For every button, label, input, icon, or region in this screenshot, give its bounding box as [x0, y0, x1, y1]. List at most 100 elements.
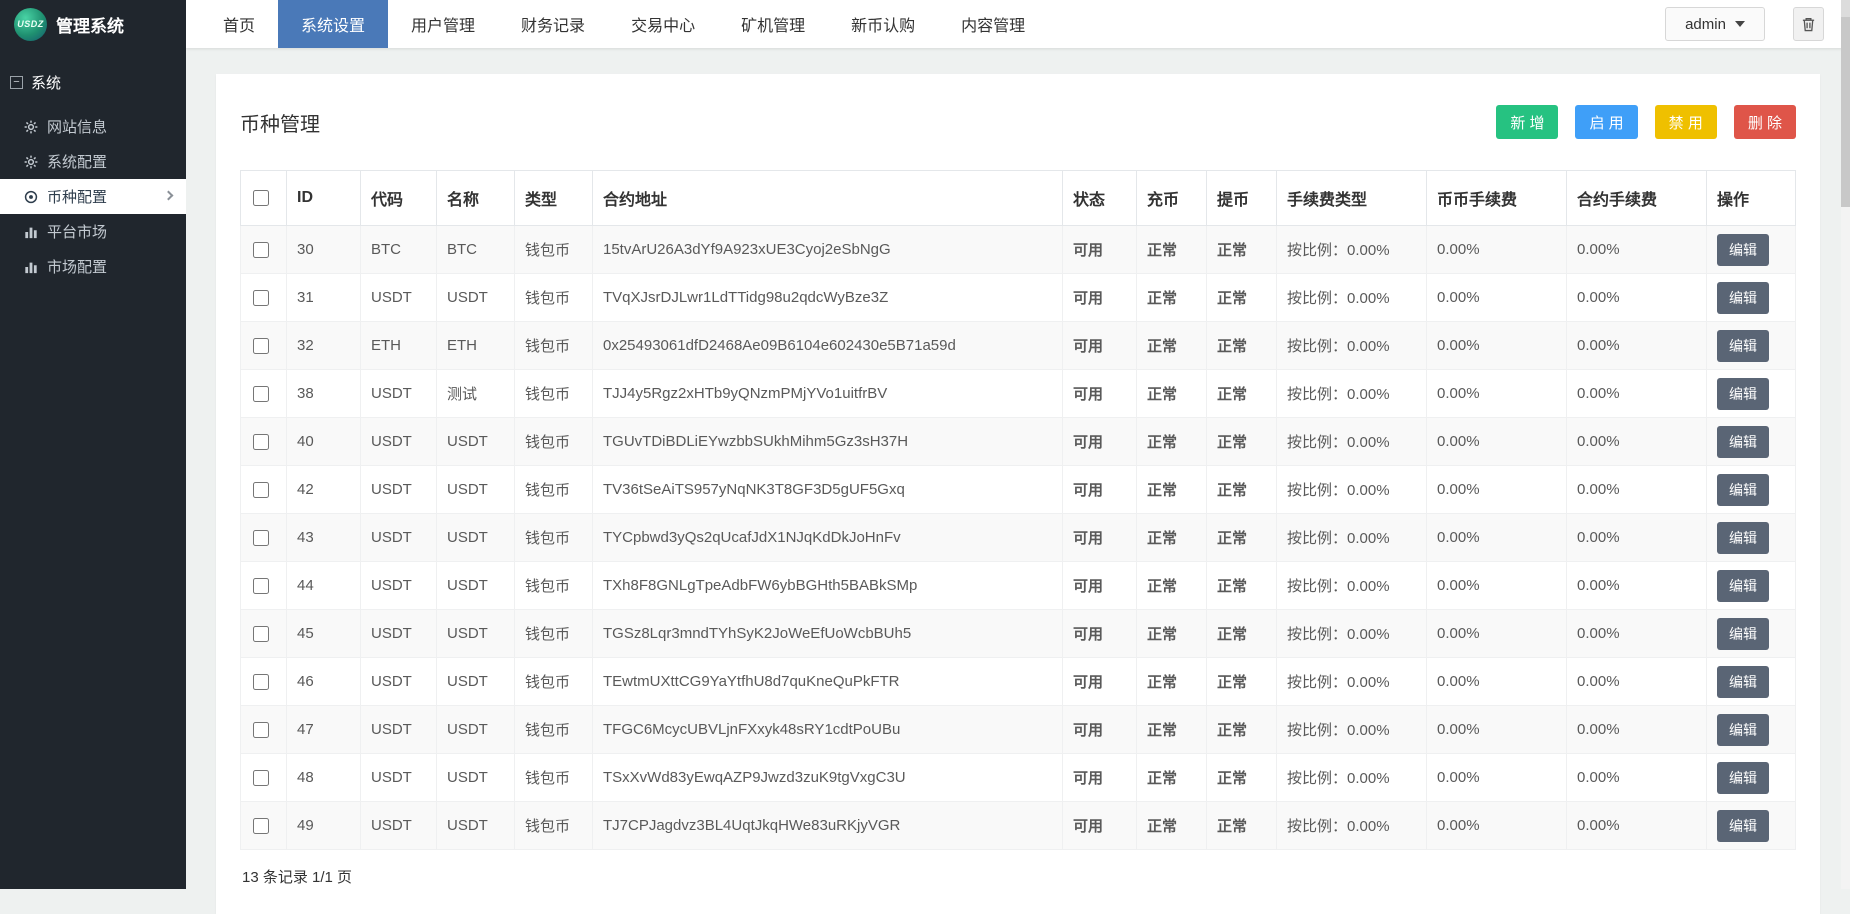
gear-icon [24, 155, 38, 169]
row-checkbox[interactable] [253, 338, 269, 354]
cell-contract-fee: 0.00% [1567, 466, 1707, 514]
edit-button[interactable]: 编辑 [1717, 378, 1769, 410]
column-header: 提币 [1207, 171, 1277, 226]
edit-button[interactable]: 编辑 [1717, 570, 1769, 602]
cell-contract-fee: 0.00% [1567, 706, 1707, 754]
edit-button[interactable]: 编辑 [1717, 522, 1769, 554]
edit-button[interactable]: 编辑 [1717, 234, 1769, 266]
delete-button[interactable]: 删 除 [1734, 105, 1796, 139]
cell-contract-fee: 0.00% [1567, 226, 1707, 274]
cell-address: TVqXJsrDJLwr1LdTTidg98u2qdcWyBze3Z [593, 274, 1063, 322]
edit-button[interactable]: 编辑 [1717, 666, 1769, 698]
cell-deposit: 正常 [1137, 274, 1207, 322]
cell-name: USDT [437, 658, 515, 706]
cell-coin-fee: 0.00% [1427, 226, 1567, 274]
edit-button[interactable]: 编辑 [1717, 282, 1769, 314]
cell-type: 钱包币 [515, 802, 593, 850]
row-checkbox[interactable] [253, 818, 269, 834]
chart-icon [24, 225, 38, 239]
cell-id: 38 [287, 370, 361, 418]
user-dropdown[interactable]: admin [1665, 7, 1765, 41]
cell-name: 测试 [437, 370, 515, 418]
disable-button[interactable]: 禁 用 [1655, 105, 1717, 139]
cell-withdraw: 正常 [1207, 610, 1277, 658]
sidebar-item[interactable]: 网站信息 [0, 109, 186, 144]
edit-button[interactable]: 编辑 [1717, 330, 1769, 362]
edit-button[interactable]: 编辑 [1717, 426, 1769, 458]
scrollbar[interactable] [1841, 0, 1850, 889]
cell-status: 可用 [1063, 274, 1137, 322]
sidebar-section-system[interactable]: − 系统 [0, 48, 186, 109]
trash-button[interactable] [1793, 7, 1824, 41]
edit-button[interactable]: 编辑 [1717, 810, 1769, 842]
row-checkbox[interactable] [253, 674, 269, 690]
cell-withdraw: 正常 [1207, 322, 1277, 370]
cell-type: 钱包币 [515, 658, 593, 706]
row-checkbox[interactable] [253, 770, 269, 786]
cell-code: ETH [361, 322, 437, 370]
cell-fee-type: 按比例：0.00% [1277, 562, 1427, 610]
cell-deposit: 正常 [1137, 466, 1207, 514]
scrollbar-thumb[interactable] [1841, 17, 1850, 207]
topnav-item[interactable]: 系统设置 [278, 0, 388, 48]
row-checkbox[interactable] [253, 434, 269, 450]
cell-status: 可用 [1063, 754, 1137, 802]
cell-deposit: 正常 [1137, 514, 1207, 562]
cell-type: 钱包币 [515, 370, 593, 418]
enable-button[interactable]: 启 用 [1575, 105, 1637, 139]
row-checkbox[interactable] [253, 530, 269, 546]
cell-contract-fee: 0.00% [1567, 418, 1707, 466]
sidebar-section-label: 系统 [31, 72, 61, 93]
row-checkbox[interactable] [253, 578, 269, 594]
cell-type: 钱包币 [515, 754, 593, 802]
topnav-item[interactable]: 首页 [200, 0, 278, 48]
cell-type: 钱包币 [515, 226, 593, 274]
cell-coin-fee: 0.00% [1427, 706, 1567, 754]
cell-id: 32 [287, 322, 361, 370]
row-checkbox[interactable] [253, 482, 269, 498]
select-all-header [241, 171, 287, 226]
cell-coin-fee: 0.00% [1427, 514, 1567, 562]
row-checkbox[interactable] [253, 626, 269, 642]
cell-name: USDT [437, 274, 515, 322]
edit-button[interactable]: 编辑 [1717, 474, 1769, 506]
column-header: 类型 [515, 171, 593, 226]
edit-button[interactable]: 编辑 [1717, 714, 1769, 746]
add-button[interactable]: 新 增 [1496, 105, 1558, 139]
sidebar-item[interactable]: 市场配置 [0, 249, 186, 284]
edit-button[interactable]: 编辑 [1717, 762, 1769, 794]
cell-coin-fee: 0.00% [1427, 466, 1567, 514]
cell-name: USDT [437, 802, 515, 850]
sidebar-item[interactable]: 币种配置 [0, 179, 186, 214]
cell-fee-type: 按比例：0.00% [1277, 322, 1427, 370]
row-checkbox[interactable] [253, 290, 269, 306]
row-checkbox[interactable] [253, 722, 269, 738]
cell-status: 可用 [1063, 322, 1137, 370]
chevron-right-icon [164, 191, 174, 201]
sidebar-item[interactable]: 平台市场 [0, 214, 186, 249]
topnav-item[interactable]: 交易中心 [608, 0, 718, 48]
row-checkbox[interactable] [253, 242, 269, 258]
cell-type: 钱包币 [515, 274, 593, 322]
row-checkbox[interactable] [253, 386, 269, 402]
cell-name: USDT [437, 514, 515, 562]
topnav-item[interactable]: 财务记录 [498, 0, 608, 48]
select-all-checkbox[interactable] [253, 190, 269, 206]
table-row: 44 USDT USDT 钱包币 TXh8F8GNLgTpeAdbFW6ybBG… [241, 562, 1796, 610]
column-header: 币币手续费 [1427, 171, 1567, 226]
topnav-item[interactable]: 新币认购 [828, 0, 938, 48]
edit-button[interactable]: 编辑 [1717, 618, 1769, 650]
cell-name: USDT [437, 562, 515, 610]
table-row: 47 USDT USDT 钱包币 TFGC6McycUBVLjnFXxyk48s… [241, 706, 1796, 754]
sidebar-item[interactable]: 系统配置 [0, 144, 186, 179]
topnav-item[interactable]: 矿机管理 [718, 0, 828, 48]
cell-deposit: 正常 [1137, 802, 1207, 850]
scrollbar-up-button[interactable] [1841, 0, 1850, 17]
cell-code: USDT [361, 706, 437, 754]
user-name: admin [1685, 16, 1726, 33]
cell-name: USDT [437, 418, 515, 466]
topnav-item[interactable]: 内容管理 [938, 0, 1048, 48]
cell-withdraw: 正常 [1207, 754, 1277, 802]
gear-icon [24, 120, 38, 134]
topnav-item[interactable]: 用户管理 [388, 0, 498, 48]
